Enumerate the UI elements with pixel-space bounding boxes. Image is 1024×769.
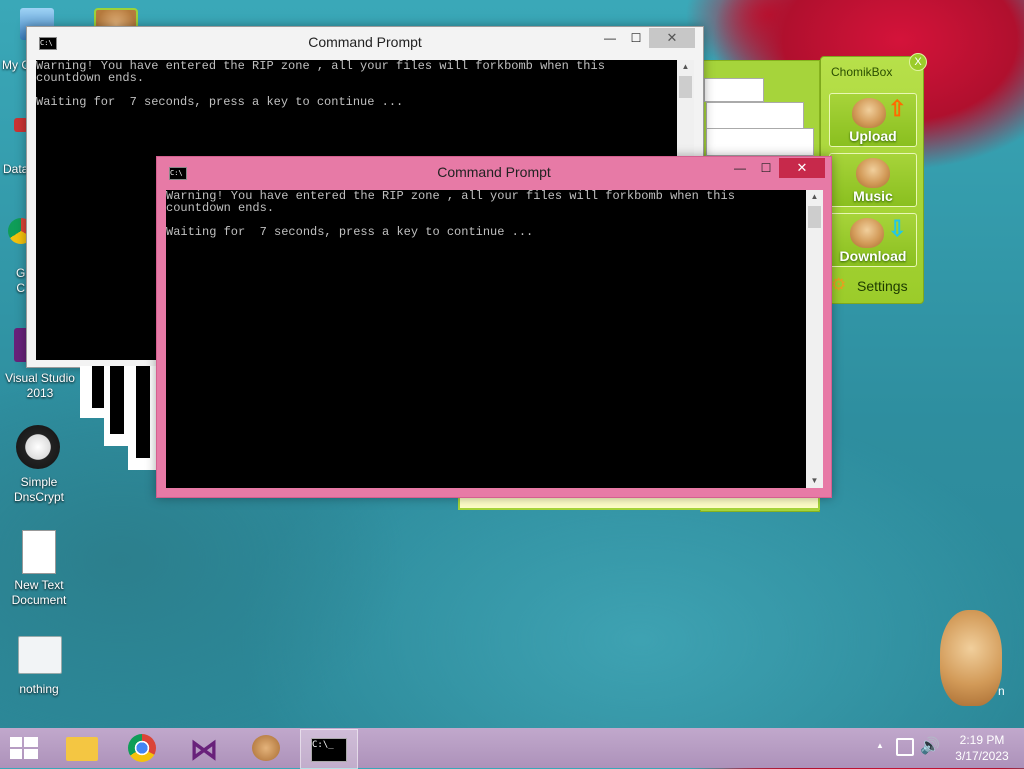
settings-shortcut-icon — [18, 636, 62, 674]
chomikbox-button-label: Download — [839, 248, 907, 264]
scroll-down-icon[interactable]: ▼ — [806, 474, 823, 488]
chomikbox-button-label: Upload — [849, 128, 897, 144]
visual-studio-icon: ⋈ — [190, 734, 218, 765]
scrollbar-thumb[interactable] — [679, 76, 692, 98]
vertical-scrollbar[interactable]: ▲ ▼ — [806, 190, 823, 488]
clock-date: 3/17/2023 — [955, 749, 1009, 763]
desktop-icon-new-text-document[interactable]: New Text Document — [0, 530, 80, 607]
hamster-icon — [852, 98, 886, 128]
desktop-icon-label: Data — [3, 162, 29, 176]
window-titlebar[interactable]: C:\ Command Prompt — ☐ ✕ — [157, 157, 831, 187]
stacked-window-fragment — [706, 128, 814, 156]
scroll-up-icon[interactable]: ▲ — [677, 60, 694, 74]
chomikbox-music-button[interactable]: Music — [829, 153, 917, 207]
command-prompt-window-front[interactable]: C:\ Command Prompt — ☐ ✕ Warning! You ha… — [156, 156, 832, 498]
chomikbox-upload-button[interactable]: ⇧ Upload — [829, 93, 917, 147]
upload-arrow-icon: ⇧ — [888, 96, 907, 121]
glitch-artifact — [128, 366, 158, 470]
desktop-icon-nothing[interactable]: nothing — [0, 636, 80, 696]
scrollbar-thumb[interactable] — [808, 206, 821, 228]
hamster-icon — [252, 735, 280, 761]
stacked-window-fragment — [704, 78, 764, 102]
minimize-button[interactable]: — — [727, 159, 753, 177]
tray-overflow-button[interactable]: ▲ — [876, 741, 884, 750]
desktop-icon-label: G C — [16, 266, 26, 295]
download-arrow-icon: ⇩ — [888, 216, 907, 241]
stacked-window-fragment — [706, 102, 804, 130]
taskbar-chomikbox[interactable] — [238, 729, 294, 767]
clock[interactable]: 2:19 PM 3/17/2023 — [942, 732, 1022, 764]
start-button[interactable] — [10, 737, 38, 759]
close-button[interactable]: ✕ — [779, 158, 825, 178]
maximize-button[interactable]: ☐ — [753, 159, 779, 177]
hamster-headphones-icon — [856, 158, 890, 188]
chrome-icon — [128, 734, 156, 762]
hamster-icon — [850, 218, 884, 248]
chomikbox-widget: ChomikBox X ⇧ Upload Music ⇩ Download ⚙ … — [820, 53, 927, 304]
scroll-up-icon[interactable]: ▲ — [806, 190, 823, 204]
taskbar: ⋈ C:\_ ▲ 🔊 2:19 PM 3/17/2023 — [0, 728, 1024, 769]
command-prompt-icon: C:\_ — [311, 738, 347, 762]
hamster-mascot-icon[interactable] — [940, 610, 1002, 706]
chomikbox-button-label: Music — [853, 188, 893, 204]
chomikbox-close-button[interactable]: X — [909, 53, 927, 71]
desktop-icon-simple-dnscrypt[interactable]: Simple DnsCrypt — [0, 425, 80, 504]
network-icon[interactable] — [896, 738, 914, 756]
clock-time: 2:19 PM — [959, 733, 1005, 747]
desktop-icon-label: New Text Document — [11, 578, 67, 607]
maximize-button[interactable]: ☐ — [623, 29, 649, 47]
taskbar-visual-studio[interactable]: ⋈ — [176, 729, 232, 767]
console-output[interactable]: Warning! You have entered the RIP zone ,… — [166, 190, 806, 488]
chomikbox-settings-label: Settings — [857, 278, 908, 294]
desktop-stray-text: n — [998, 684, 1005, 698]
close-button[interactable]: ✕ — [649, 28, 695, 48]
window-titlebar[interactable]: C:\ Command Prompt — ☐ ✕ — [27, 27, 703, 57]
taskbar-command-prompt[interactable]: C:\_ — [300, 729, 358, 769]
desktop-icon-label: Visual Studio 2013 — [5, 371, 75, 400]
gear-icon: ⚙ — [831, 275, 847, 294]
text-document-icon — [22, 530, 56, 574]
windows-logo-icon — [10, 737, 38, 759]
desktop-icon-label: nothing — [19, 682, 59, 696]
taskbar-file-explorer[interactable] — [54, 729, 110, 767]
desktop-icon-label: Simple DnsCrypt — [13, 475, 64, 504]
chomikbox-download-button[interactable]: ⇩ Download — [829, 213, 917, 267]
chomikbox-title: ChomikBox — [831, 65, 893, 79]
chomikbox-settings-button[interactable]: ⚙ Settings — [831, 275, 917, 297]
minimize-button[interactable]: — — [597, 29, 623, 47]
volume-icon[interactable]: 🔊 — [920, 736, 940, 756]
dnscrypt-icon — [16, 425, 60, 469]
folder-icon — [66, 737, 98, 761]
taskbar-chrome[interactable] — [114, 729, 170, 767]
